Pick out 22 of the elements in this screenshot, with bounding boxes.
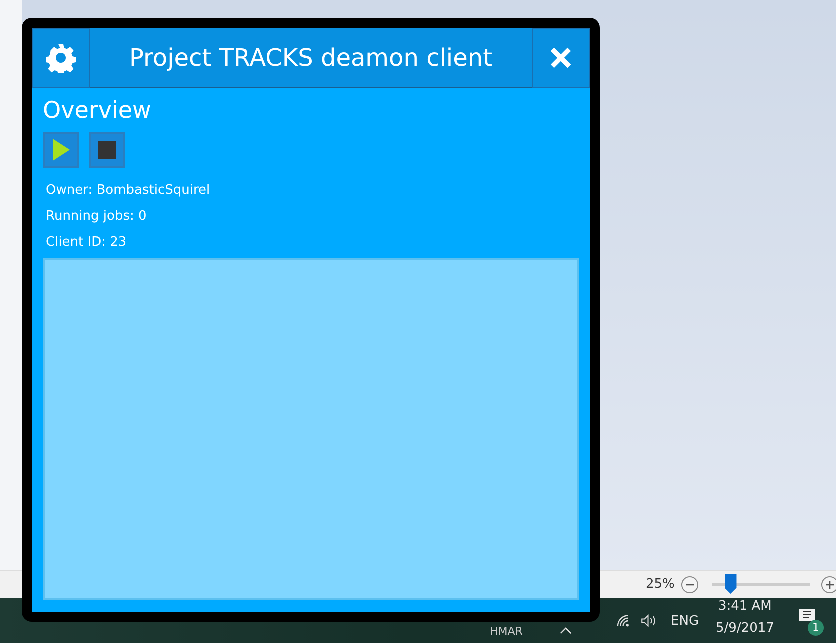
language-indicator[interactable]: ENG <box>671 614 700 629</box>
clock-date[interactable]: 5/9/2017 <box>716 618 774 640</box>
zoom-level: 25% <box>646 577 675 592</box>
zoom-out-icon[interactable] <box>681 576 699 594</box>
zoom-in-icon[interactable] <box>821 576 836 594</box>
clock-time[interactable]: 3:41 AM <box>718 596 772 618</box>
stop-icon <box>98 141 116 159</box>
taskbar-label[interactable]: HMAR <box>490 625 523 638</box>
close-icon <box>549 46 573 70</box>
section-heading: Overview <box>43 98 152 124</box>
notification-icon[interactable] <box>798 608 816 624</box>
info-text: Owner: BombasticSquirel <box>45 182 212 200</box>
close-button[interactable] <box>532 28 590 88</box>
stop-button[interactable] <box>89 132 125 168</box>
settings-icon <box>46 43 76 73</box>
info-text: Client ID: 23 <box>45 234 128 252</box>
notification-badge: 1 <box>808 620 824 636</box>
play-icon <box>51 138 71 162</box>
settings-button[interactable] <box>32 28 90 88</box>
info-text: Running jobs: 0 <box>45 208 148 226</box>
play-button[interactable] <box>43 132 79 168</box>
chevron-icon[interactable] <box>560 626 572 636</box>
